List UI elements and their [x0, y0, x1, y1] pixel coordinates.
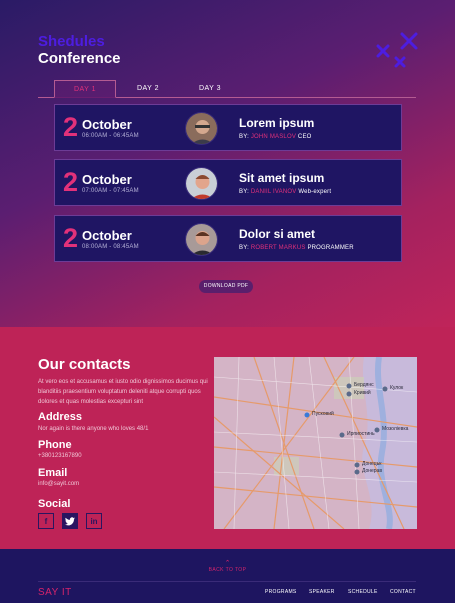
page-footer: ⌃ BACK TO TOP SAY IT PROGRAMS SPEAKER SC…: [0, 549, 455, 603]
phone-heading: Phone: [38, 439, 72, 451]
map-label: Ирпиостинь: [347, 431, 375, 437]
session-title: Lorem ipsum: [239, 116, 315, 130]
nav-contact[interactable]: CONTACT: [390, 589, 416, 595]
session-month: October: [82, 228, 132, 243]
session-card[interactable]: 2 October 08:00AM - 08:45AM Dolor si ame…: [54, 215, 402, 262]
section-subtitle: Conference: [38, 50, 121, 67]
session-card[interactable]: 2 October 07:00AM - 07:45AM Sit amet ips…: [54, 159, 402, 206]
map-label: Донерав: [362, 468, 382, 474]
session-day: 2: [63, 223, 79, 253]
session-month: October: [82, 172, 132, 187]
section-title: Shedules: [38, 33, 105, 50]
map-marker-icon: [339, 432, 345, 438]
speaker-avatar: [185, 223, 218, 256]
email-link[interactable]: info@sayit.com: [38, 481, 79, 487]
schedule-section: Shedules Conference DAY 1 DAY 2 DAY 3 2 …: [0, 0, 455, 327]
map-label: Кулок: [390, 385, 404, 391]
social-heading: Social: [38, 498, 71, 510]
tab-day-1[interactable]: DAY 1: [54, 80, 116, 98]
map-label: Мозоліевка: [382, 426, 409, 432]
by-label: BY:: [239, 134, 249, 140]
speaker-role: PROGRAMMER: [307, 245, 354, 251]
session-byline: BY: ROBERT MARKUS PROGRAMMER: [239, 245, 354, 251]
tab-day-3[interactable]: DAY 3: [179, 80, 241, 98]
session-day: 2: [63, 112, 79, 142]
chevron-up-icon: ⌃: [224, 560, 231, 567]
session-card[interactable]: 2 October 06:00AM - 06:45AM Lorem ipsum …: [54, 104, 402, 151]
session-time: 08:00AM - 08:45AM: [82, 244, 139, 250]
phone-text[interactable]: +380123167890: [38, 453, 82, 459]
map-marker-icon: [304, 412, 310, 418]
location-map[interactable]: Бердянс Кривий Кулок Пусковий Ирпиостинь…: [214, 357, 417, 529]
session-title: Sit amet ipsum: [239, 171, 325, 185]
nav-programs[interactable]: PROGRAMS: [265, 589, 297, 595]
address-text: Nor again is there anyone who loves 48/1: [38, 426, 149, 432]
speaker-role: CEO: [297, 134, 312, 140]
footer-divider: [38, 581, 416, 582]
day-tabs: DAY 1 DAY 2 DAY 3: [38, 80, 416, 98]
session-month: October: [82, 117, 132, 132]
map-marker-icon: [354, 462, 360, 468]
facebook-button[interactable]: f: [38, 513, 54, 529]
speaker-name[interactable]: DANIIL IVANOV: [251, 189, 297, 195]
session-byline: BY: JOHN MASLOV CEO: [239, 134, 312, 140]
twitter-icon: [65, 516, 75, 525]
map-label: Пусковий: [312, 411, 334, 417]
linkedin-icon: in: [90, 516, 98, 526]
session-time: 06:00AM - 06:45AM: [82, 133, 139, 139]
session-day: 2: [63, 167, 79, 197]
nav-schedule[interactable]: SCHEDULE: [348, 589, 378, 595]
contacts-section: Our contacts At vero eos et accusamus et…: [0, 327, 455, 549]
brand-logo[interactable]: SAY IT: [38, 587, 72, 598]
map-marker-icon: [374, 427, 380, 433]
speaker-role: Web-expert: [298, 189, 332, 195]
speaker-avatar: [185, 112, 218, 145]
map-marker-icon: [382, 386, 388, 392]
map-marker-icon: [346, 383, 352, 389]
twitter-button[interactable]: [62, 513, 78, 529]
tab-day-2[interactable]: DAY 2: [117, 80, 179, 98]
back-to-top-label: BACK TO TOP: [208, 567, 247, 573]
speaker-name[interactable]: JOHN MASLOV: [251, 134, 296, 140]
email-heading: Email: [38, 467, 68, 479]
speaker-name[interactable]: ROBERT MARKUS: [251, 245, 306, 251]
map-label: Донецьк: [362, 461, 382, 467]
facebook-icon: f: [44, 516, 48, 526]
contacts-title: Our contacts: [38, 356, 131, 373]
by-label: BY:: [239, 245, 249, 251]
linkedin-button[interactable]: in: [86, 513, 102, 529]
by-label: BY:: [239, 189, 249, 195]
map-marker-icon: [354, 469, 360, 475]
contacts-description: At vero eos et accusamus et iusto odio d…: [38, 379, 208, 405]
back-to-top-link[interactable]: ⌃ BACK TO TOP: [0, 560, 455, 573]
speaker-avatar: [185, 167, 218, 200]
map-label: Кривий: [354, 390, 371, 396]
session-title: Dolor si amet: [239, 227, 316, 241]
download-pdf-button[interactable]: DOWNLOAD PDF: [199, 280, 253, 293]
cross-decoration-icon: [376, 32, 418, 68]
address-heading: Address: [38, 411, 83, 423]
map-canvas: [214, 357, 417, 529]
session-byline: BY: DANIIL IVANOV Web-expert: [239, 189, 331, 195]
session-time: 07:00AM - 07:45AM: [82, 188, 139, 194]
nav-speaker[interactable]: SPEAKER: [309, 589, 335, 595]
map-marker-icon: [346, 391, 352, 397]
map-label: Бердянс: [354, 382, 374, 388]
